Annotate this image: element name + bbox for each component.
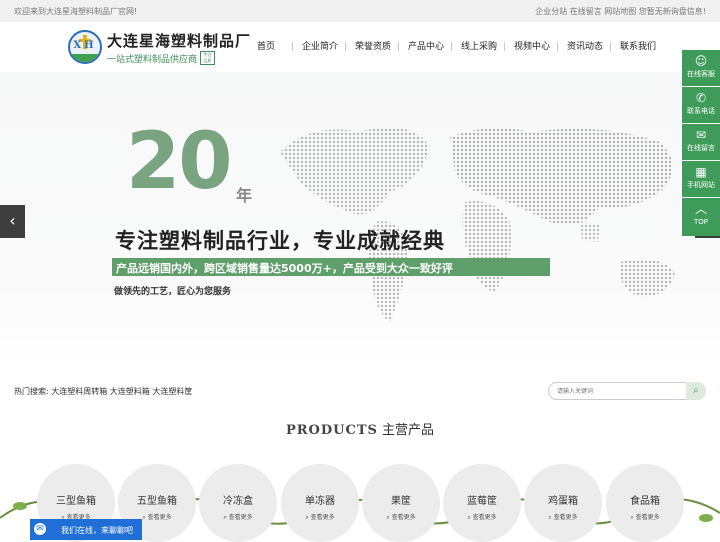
back-to-top-button[interactable]: ︿ TOP [682, 198, 720, 236]
brand-name[interactable]: 大连星海塑料制品厂 [107, 30, 251, 51]
nav-item-contact[interactable]: 联系我们 [620, 39, 656, 52]
section-title: PRODUCTS 主营产品 [0, 419, 720, 438]
side-label: 手机网站 [687, 181, 715, 189]
search-row: 热门搜索: 大连塑料周转箱 大连塑料箱 大连塑料筐 ⌕ [0, 370, 720, 414]
side-toolbar: ☺ 在线客服 ✆ 联系电话 ✉ 在线留言 ▦ 手机网站 ︿ TOP [682, 50, 720, 237]
nav-item-news[interactable]: 资讯动态 [567, 39, 603, 52]
hero-big-number: 20 [126, 117, 233, 207]
chat-icon: ☺ [694, 54, 708, 68]
arrow-up-icon: ︿ [694, 202, 707, 216]
side-label: TOP [693, 218, 708, 226]
category-name: 食品箱 [630, 496, 660, 507]
side-phone[interactable]: ✆ 联系电话 [682, 87, 720, 123]
category-more[interactable]: ⌕ 查看更多 [362, 512, 440, 522]
category-item[interactable]: 鸡蛋箱 ⌕ 查看更多 [524, 464, 602, 542]
category-more-label: 查看更多 [472, 514, 497, 521]
category-more[interactable]: ⌕ 查看更多 [606, 512, 684, 522]
category-more[interactable]: ⌕ 查看更多 [199, 512, 277, 522]
chat-bubble-icon: ✉ [34, 523, 46, 535]
chat-text: 我们在线，来聊聊吧 [61, 526, 133, 535]
nav-divider [345, 42, 346, 51]
side-label: 在线留言 [687, 144, 715, 152]
category-name: 五型鱼箱 [137, 496, 177, 507]
nav-divider [504, 42, 505, 51]
category-more-label: 查看更多 [228, 514, 253, 521]
slogan-badge: 专注 品质 [200, 51, 215, 65]
logo-icon[interactable]: XH [68, 30, 102, 64]
section-title-en: PRODUCTS [285, 423, 378, 438]
hot-search-terms[interactable]: 大连塑料周转箱 大连塑料箱 大连塑料筐 [51, 387, 192, 396]
search-input[interactable] [557, 386, 677, 397]
hero-headline: 专注塑料制品行业，专业成就经典 [115, 229, 445, 253]
welcome-text: 欢迎来到大连星海塑料制品厂官网! [14, 7, 138, 16]
nav-divider [398, 42, 399, 51]
section-title-cn: 主营产品 [382, 423, 435, 438]
message-icon: ✉ [695, 128, 707, 142]
category-item[interactable]: 冷冻盒 ⌕ 查看更多 [199, 464, 277, 542]
side-online-service[interactable]: ☺ 在线客服 [682, 50, 720, 86]
category-item[interactable]: 果筐 ⌕ 查看更多 [362, 464, 440, 542]
category-more-label: 查看更多 [635, 514, 660, 521]
hero-subline: 做领先的工艺，匠心为您服务 [114, 287, 232, 297]
logo-text: XH [73, 40, 97, 51]
category-more-label: 查看更多 [310, 514, 335, 521]
category-item[interactable]: 食品箱 ⌕ 查看更多 [606, 464, 684, 542]
category-more-label: 查看更多 [553, 514, 578, 521]
category-name: 三型鱼箱 [56, 496, 96, 507]
side-mobile-site[interactable]: ▦ 手机网站 [682, 161, 720, 197]
side-label: 联系电话 [687, 107, 715, 115]
brand-slogan: 一站式塑料制品供应商 [107, 55, 198, 65]
nav-item-home[interactable]: 首页 [257, 39, 275, 52]
category-item[interactable]: 单冻器 ⌕ 查看更多 [281, 464, 359, 542]
search-button[interactable]: ⌕ [686, 382, 706, 400]
nav-item-honors[interactable]: 荣誉资质 [355, 39, 391, 52]
hero-band-text: 产品远销国内外，跨区域销售量达5000万+，产品受到大众一致好评 [116, 262, 453, 275]
nav-item-video[interactable]: 视频中心 [514, 39, 550, 52]
category-name: 鸡蛋箱 [548, 496, 578, 507]
hot-search-label: 热门搜索: [14, 387, 49, 396]
live-chat-widget[interactable]: ✉ 我们在线，来聊聊吧 [30, 519, 142, 540]
category-item[interactable]: 蓝莓筐 ⌕ 查看更多 [443, 464, 521, 542]
search-icon: ⌕ [693, 385, 699, 396]
side-message[interactable]: ✉ 在线留言 [682, 124, 720, 160]
nav-divider [610, 42, 611, 51]
category-name: 果筐 [391, 496, 411, 507]
phone-icon: ✆ [695, 91, 707, 105]
category-name: 蓝莓筐 [467, 496, 497, 507]
hero-banner[interactable]: 20 年 专注塑料制品行业，专业成就经典 产品远销国内外，跨区域销售量达5000… [0, 72, 720, 370]
category-more[interactable]: ⌕ 查看更多 [524, 512, 602, 522]
nav-item-about[interactable]: 企业简介 [302, 39, 338, 52]
category-name: 单冻器 [305, 496, 335, 507]
top-right-links[interactable]: 企业分站 在线留言 网站地图 您暂无新询盘信息! [535, 6, 706, 17]
site-header: XH 大连星海塑料制品厂 一站式塑料制品供应商 专注 品质 首页 企业简介 荣誉… [0, 22, 720, 72]
category-name: 冷冻盒 [223, 496, 253, 507]
category-more[interactable]: ⌕ 查看更多 [281, 512, 359, 522]
category-more-label: 查看更多 [147, 514, 172, 521]
nav-item-purchase[interactable]: 线上采购 [461, 39, 497, 52]
nav-divider [451, 42, 452, 51]
side-label: 在线客服 [687, 70, 715, 78]
qrcode-icon: ▦ [695, 165, 707, 179]
category-more[interactable]: ⌕ 查看更多 [443, 512, 521, 522]
nav-item-products[interactable]: 产品中心 [408, 39, 444, 52]
hero-band: 产品远销国内外，跨区域销售量达5000万+，产品受到大众一致好评 [112, 258, 550, 276]
hero-unit: 年 [236, 186, 253, 205]
nav-divider [292, 42, 293, 51]
prev-slide-button[interactable]: ‹ [0, 205, 25, 238]
category-more-label: 查看更多 [391, 514, 416, 521]
nav-divider [557, 42, 558, 51]
hot-search: 热门搜索: 大连塑料周转箱 大连塑料箱 大连塑料筐 [14, 386, 192, 397]
search-box: ⌕ [548, 382, 706, 400]
top-bar: 欢迎来到大连星海塑料制品厂官网! 企业分站 在线留言 网站地图 您暂无新询盘信息… [0, 0, 720, 22]
chevron-left-icon: ‹ [9, 211, 16, 230]
